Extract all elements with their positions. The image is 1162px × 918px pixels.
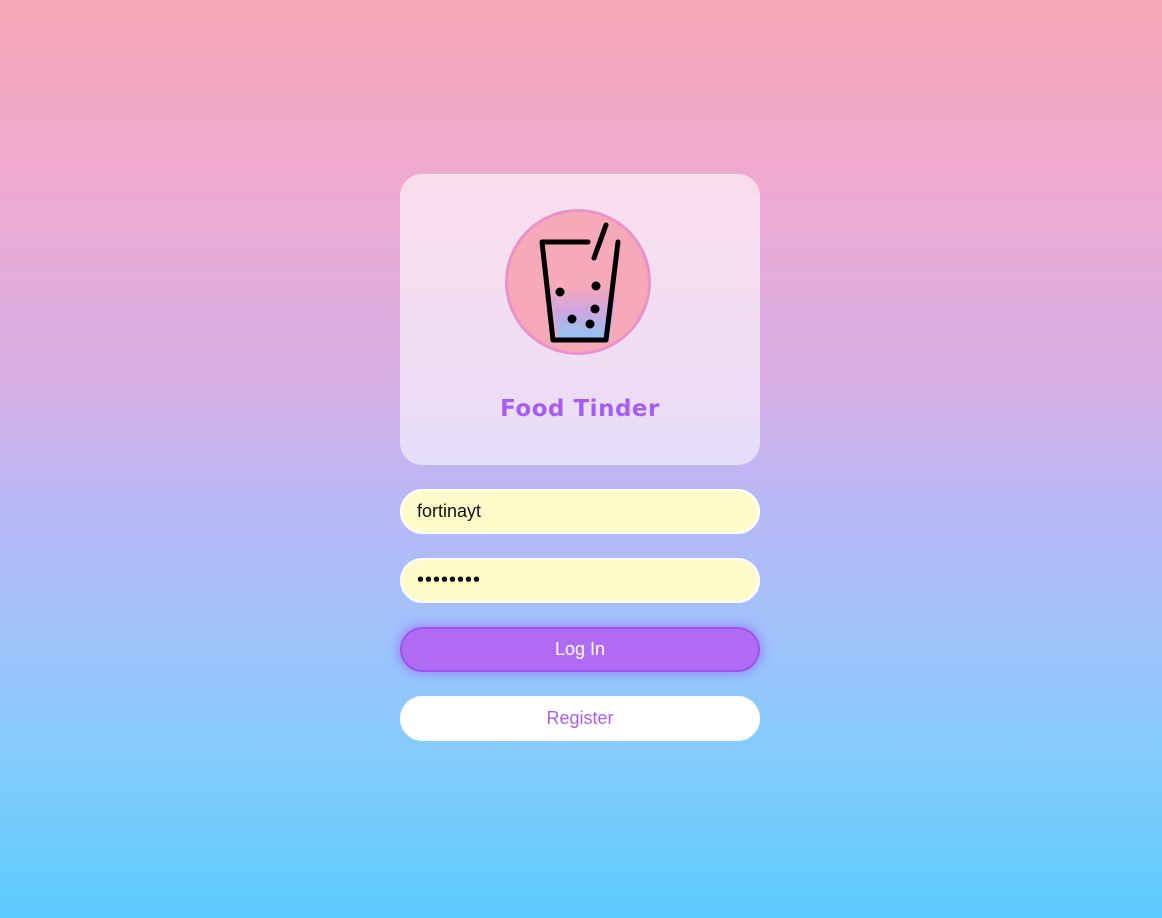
logo-card: Food Tinder [400, 174, 760, 465]
bubble-tea-cup-icon [539, 222, 621, 343]
username-input[interactable] [400, 489, 760, 534]
login-button[interactable]: Log In [400, 627, 760, 672]
register-button[interactable]: Register [400, 696, 760, 741]
logo-badge [505, 209, 651, 355]
login-panel: Food Tinder Log In Register [400, 174, 760, 741]
password-input[interactable] [400, 558, 760, 603]
app-title: Food Tinder [500, 396, 660, 422]
